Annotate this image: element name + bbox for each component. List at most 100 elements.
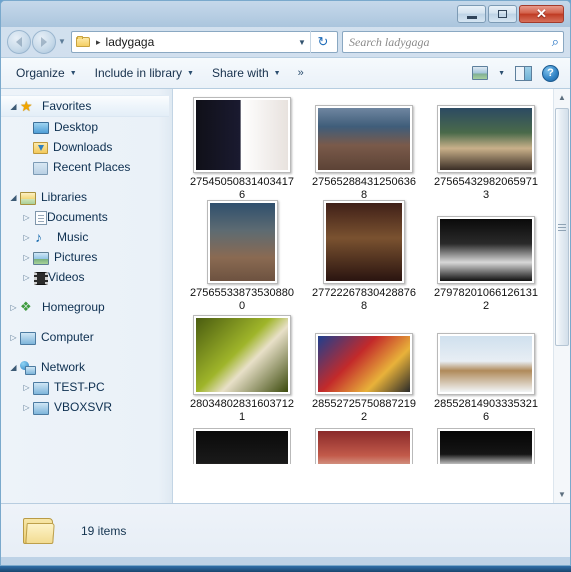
thumbnail-frame (437, 206, 535, 284)
address-bar[interactable]: ▸ ladygaga ▼ ↻ (71, 31, 338, 53)
file-list-pane[interactable]: 275450508314034176 275652884312506368 2756… (173, 89, 570, 503)
thumbnail-image (318, 336, 410, 392)
chevron-down-icon[interactable]: ◢ (7, 363, 20, 372)
chevron-down-icon[interactable]: ▼ (294, 38, 310, 47)
thumbnail-image (440, 219, 532, 281)
file-item[interactable]: 280348028316037121 (181, 315, 303, 424)
organize-button[interactable]: Organize ▼ (7, 62, 86, 84)
thumbnail[interactable] (323, 200, 405, 284)
scrollbar-thumb[interactable] (555, 108, 569, 346)
thumbnail-image (440, 108, 532, 170)
sidebar-item-downloads[interactable]: Downloads (1, 137, 172, 157)
file-item[interactable]: 285528149033353216 (425, 317, 547, 424)
forward-button[interactable] (32, 30, 56, 54)
thumbnail[interactable] (193, 428, 291, 464)
chevron-down-icon[interactable]: ◢ (7, 102, 20, 111)
thumbnail[interactable] (437, 105, 535, 173)
thumbnail-frame (437, 317, 535, 395)
toolbar-overflow-button[interactable]: » (290, 63, 312, 83)
sidebar-item-vboxsvr[interactable]: ▷ VBOXSVR (1, 397, 172, 417)
file-item[interactable]: 275655338735308800 (181, 200, 303, 313)
sidebar-item-desktop[interactable]: Desktop (1, 117, 172, 137)
sidebar-item-label: Music (57, 230, 89, 244)
music-icon: ♪ (35, 229, 42, 245)
thumbnail[interactable] (437, 333, 535, 395)
back-button[interactable] (7, 30, 31, 54)
search-box[interactable]: Search ladygaga ⌕ (342, 31, 564, 53)
chevron-right-icon[interactable]: ▷ (20, 403, 33, 412)
sidebar-item-computer[interactable]: ▷ Computer (1, 327, 172, 347)
history-dropdown-button[interactable]: ▼ (57, 30, 67, 54)
sidebar-item-favorites[interactable]: ◢ ★ Favorites (1, 95, 169, 117)
scrollbar-track[interactable] (554, 106, 570, 486)
minimize-button[interactable] (457, 5, 486, 23)
thumbnail[interactable] (193, 315, 291, 395)
thumbnail[interactable] (315, 428, 413, 464)
sidebar-item-label: Homegroup (42, 300, 105, 314)
breadcrumb-path[interactable]: ladygaga (106, 35, 294, 49)
maximize-button[interactable] (488, 5, 517, 23)
change-view-button[interactable] (467, 63, 493, 83)
chevron-right-icon[interactable]: ▷ (20, 233, 33, 242)
share-with-button[interactable]: Share with ▼ (203, 62, 290, 84)
thumbnail[interactable] (437, 428, 535, 464)
file-item[interactable]: 279782010661261312 (425, 206, 547, 313)
forward-arrow-icon (41, 37, 47, 47)
file-item[interactable] (425, 428, 547, 464)
sidebar-item-label: Libraries (41, 190, 88, 204)
file-item[interactable] (303, 428, 425, 464)
sidebar-item-test-pc[interactable]: ▷ TEST-PC (1, 377, 172, 397)
sidebar-item-label: Desktop (54, 120, 99, 134)
search-input[interactable]: Search ladygaga (349, 35, 552, 50)
preview-pane-icon (515, 65, 532, 81)
vertical-scrollbar[interactable]: ▲ ▼ (553, 89, 570, 503)
sidebar-item-music[interactable]: ▷ ♪ Music (1, 227, 172, 247)
refresh-button[interactable]: ↻ (310, 31, 335, 53)
thumbnail[interactable] (315, 333, 413, 395)
chevron-right-icon[interactable]: ▷ (7, 303, 20, 312)
close-button[interactable]: ✕ (519, 5, 564, 23)
window-body: ◢ ★ Favorites Desktop Downloads Recent Places… (1, 89, 570, 503)
scroll-down-button[interactable]: ▼ (554, 486, 570, 503)
thumbnail[interactable] (206, 200, 278, 284)
sidebar-item-documents[interactable]: ▷ Documents (1, 207, 172, 227)
file-item[interactable] (181, 428, 303, 464)
documents-icon (35, 210, 47, 225)
thumbnail-frame (206, 200, 278, 284)
sidebar-item-recent-places[interactable]: Recent Places (1, 157, 172, 177)
chevron-right-icon[interactable]: ▷ (20, 383, 33, 392)
downloads-icon (33, 142, 48, 154)
file-item[interactable]: 277222678304288768 (303, 200, 425, 313)
view-dropdown-button[interactable]: ▼ (493, 67, 510, 80)
breadcrumb-separator: ▸ (96, 36, 101, 47)
file-item[interactable]: 275654329820659713 (425, 95, 547, 202)
sidebar-item-label: Videos (48, 270, 85, 284)
include-in-library-button[interactable]: Include in library ▼ (86, 62, 203, 84)
thumbnail-grid: 275450508314034176 275652884312506368 2756… (173, 89, 553, 503)
chevron-right-icon[interactable]: ▷ (20, 213, 33, 222)
scroll-up-button[interactable]: ▲ (554, 89, 570, 106)
window-controls: ✕ (457, 5, 564, 23)
chevron-down-icon[interactable]: ◢ (7, 193, 20, 202)
thumbnail-frame (193, 315, 291, 395)
chevron-right-icon[interactable]: ▷ (20, 253, 33, 262)
navigation-buttons: ▼ (7, 30, 67, 54)
sidebar-item-libraries[interactable]: ◢ Libraries (1, 187, 172, 207)
chevron-right-icon[interactable]: ▷ (7, 333, 20, 342)
sidebar-item-homegroup[interactable]: ▷ ❖ Homegroup (1, 297, 172, 317)
thumbnail[interactable] (437, 216, 535, 284)
sidebar-item-network[interactable]: ◢ Network (1, 357, 172, 377)
thumbnail[interactable] (193, 97, 291, 173)
file-item[interactable]: 285527257508872192 (303, 317, 425, 424)
preview-pane-button[interactable] (510, 63, 537, 84)
sidebar-item-videos[interactable]: ▷ Videos (1, 267, 172, 287)
file-item[interactable]: 275652884312506368 (303, 95, 425, 202)
thumbnail[interactable] (315, 105, 413, 173)
search-icon: ⌕ (551, 34, 559, 49)
sidebar-item-pictures[interactable]: ▷ Pictures (1, 247, 172, 267)
chevron-right-icon[interactable]: ▷ (20, 273, 33, 282)
title-bar: ✕ (1, 1, 570, 27)
file-item[interactable]: 275450508314034176 (181, 95, 303, 202)
chevron-down-icon: ▼ (273, 69, 281, 77)
help-button[interactable]: ? (537, 62, 564, 85)
